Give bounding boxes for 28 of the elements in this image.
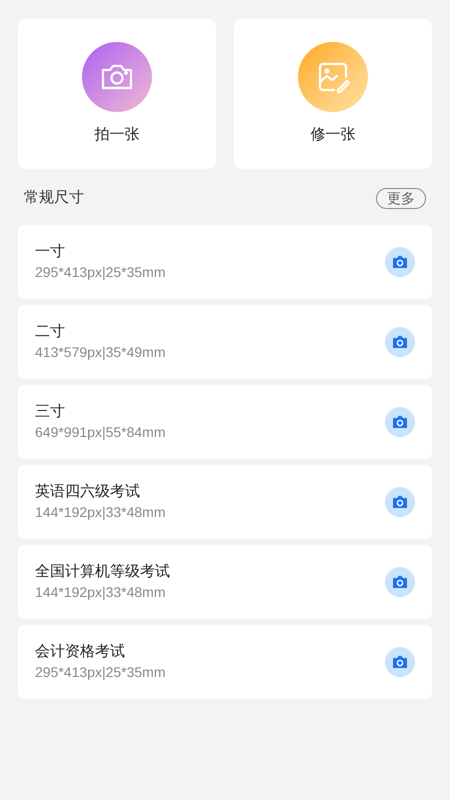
size-spec: 295*413px|25*35mm bbox=[35, 663, 166, 682]
size-spec: 413*579px|35*49mm bbox=[35, 343, 166, 362]
size-name: 一寸 bbox=[35, 242, 66, 262]
camera-icon[interactable] bbox=[385, 327, 415, 357]
size-name: 全国计算机等级考试 bbox=[35, 562, 170, 582]
camera-icon[interactable] bbox=[385, 407, 415, 437]
size-item[interactable]: 二寸 413*579px|35*49mm bbox=[18, 305, 432, 379]
action-card[interactable]: 拍一张 bbox=[18, 19, 216, 169]
size-name: 英语四六级考试 bbox=[35, 482, 141, 502]
size-name: 会计资格考试 bbox=[35, 642, 126, 662]
size-name: 二寸 bbox=[35, 322, 66, 342]
camera-icon[interactable] bbox=[385, 247, 415, 277]
size-item[interactable]: 会计资格考试 295*413px|25*35mm bbox=[18, 625, 432, 699]
size-name: 三寸 bbox=[35, 402, 66, 422]
action-card[interactable]: 修一张 bbox=[234, 19, 432, 169]
size-spec: 144*192px|33*48mm bbox=[35, 503, 166, 522]
size-spec: 649*991px|55*84mm bbox=[35, 423, 166, 442]
size-item[interactable]: 英语四六级考试 144*192px|33*48mm bbox=[18, 465, 432, 539]
size-item[interactable]: 全国计算机等级考试 144*192px|33*48mm bbox=[18, 545, 432, 619]
camera-icon[interactable] bbox=[385, 647, 415, 677]
camera-icon[interactable] bbox=[385, 487, 415, 517]
section-title: 常规尺寸 bbox=[24, 188, 84, 208]
size-item[interactable]: 三寸 649*991px|55*84mm bbox=[18, 385, 432, 459]
size-spec: 144*192px|33*48mm bbox=[35, 583, 167, 602]
more-button[interactable]: 更多 bbox=[376, 188, 426, 208]
camera-icon[interactable] bbox=[385, 567, 415, 597]
size-spec: 295*413px|25*35mm bbox=[35, 263, 166, 282]
size-item[interactable]: 一寸 295*413px|25*35mm bbox=[18, 225, 432, 299]
